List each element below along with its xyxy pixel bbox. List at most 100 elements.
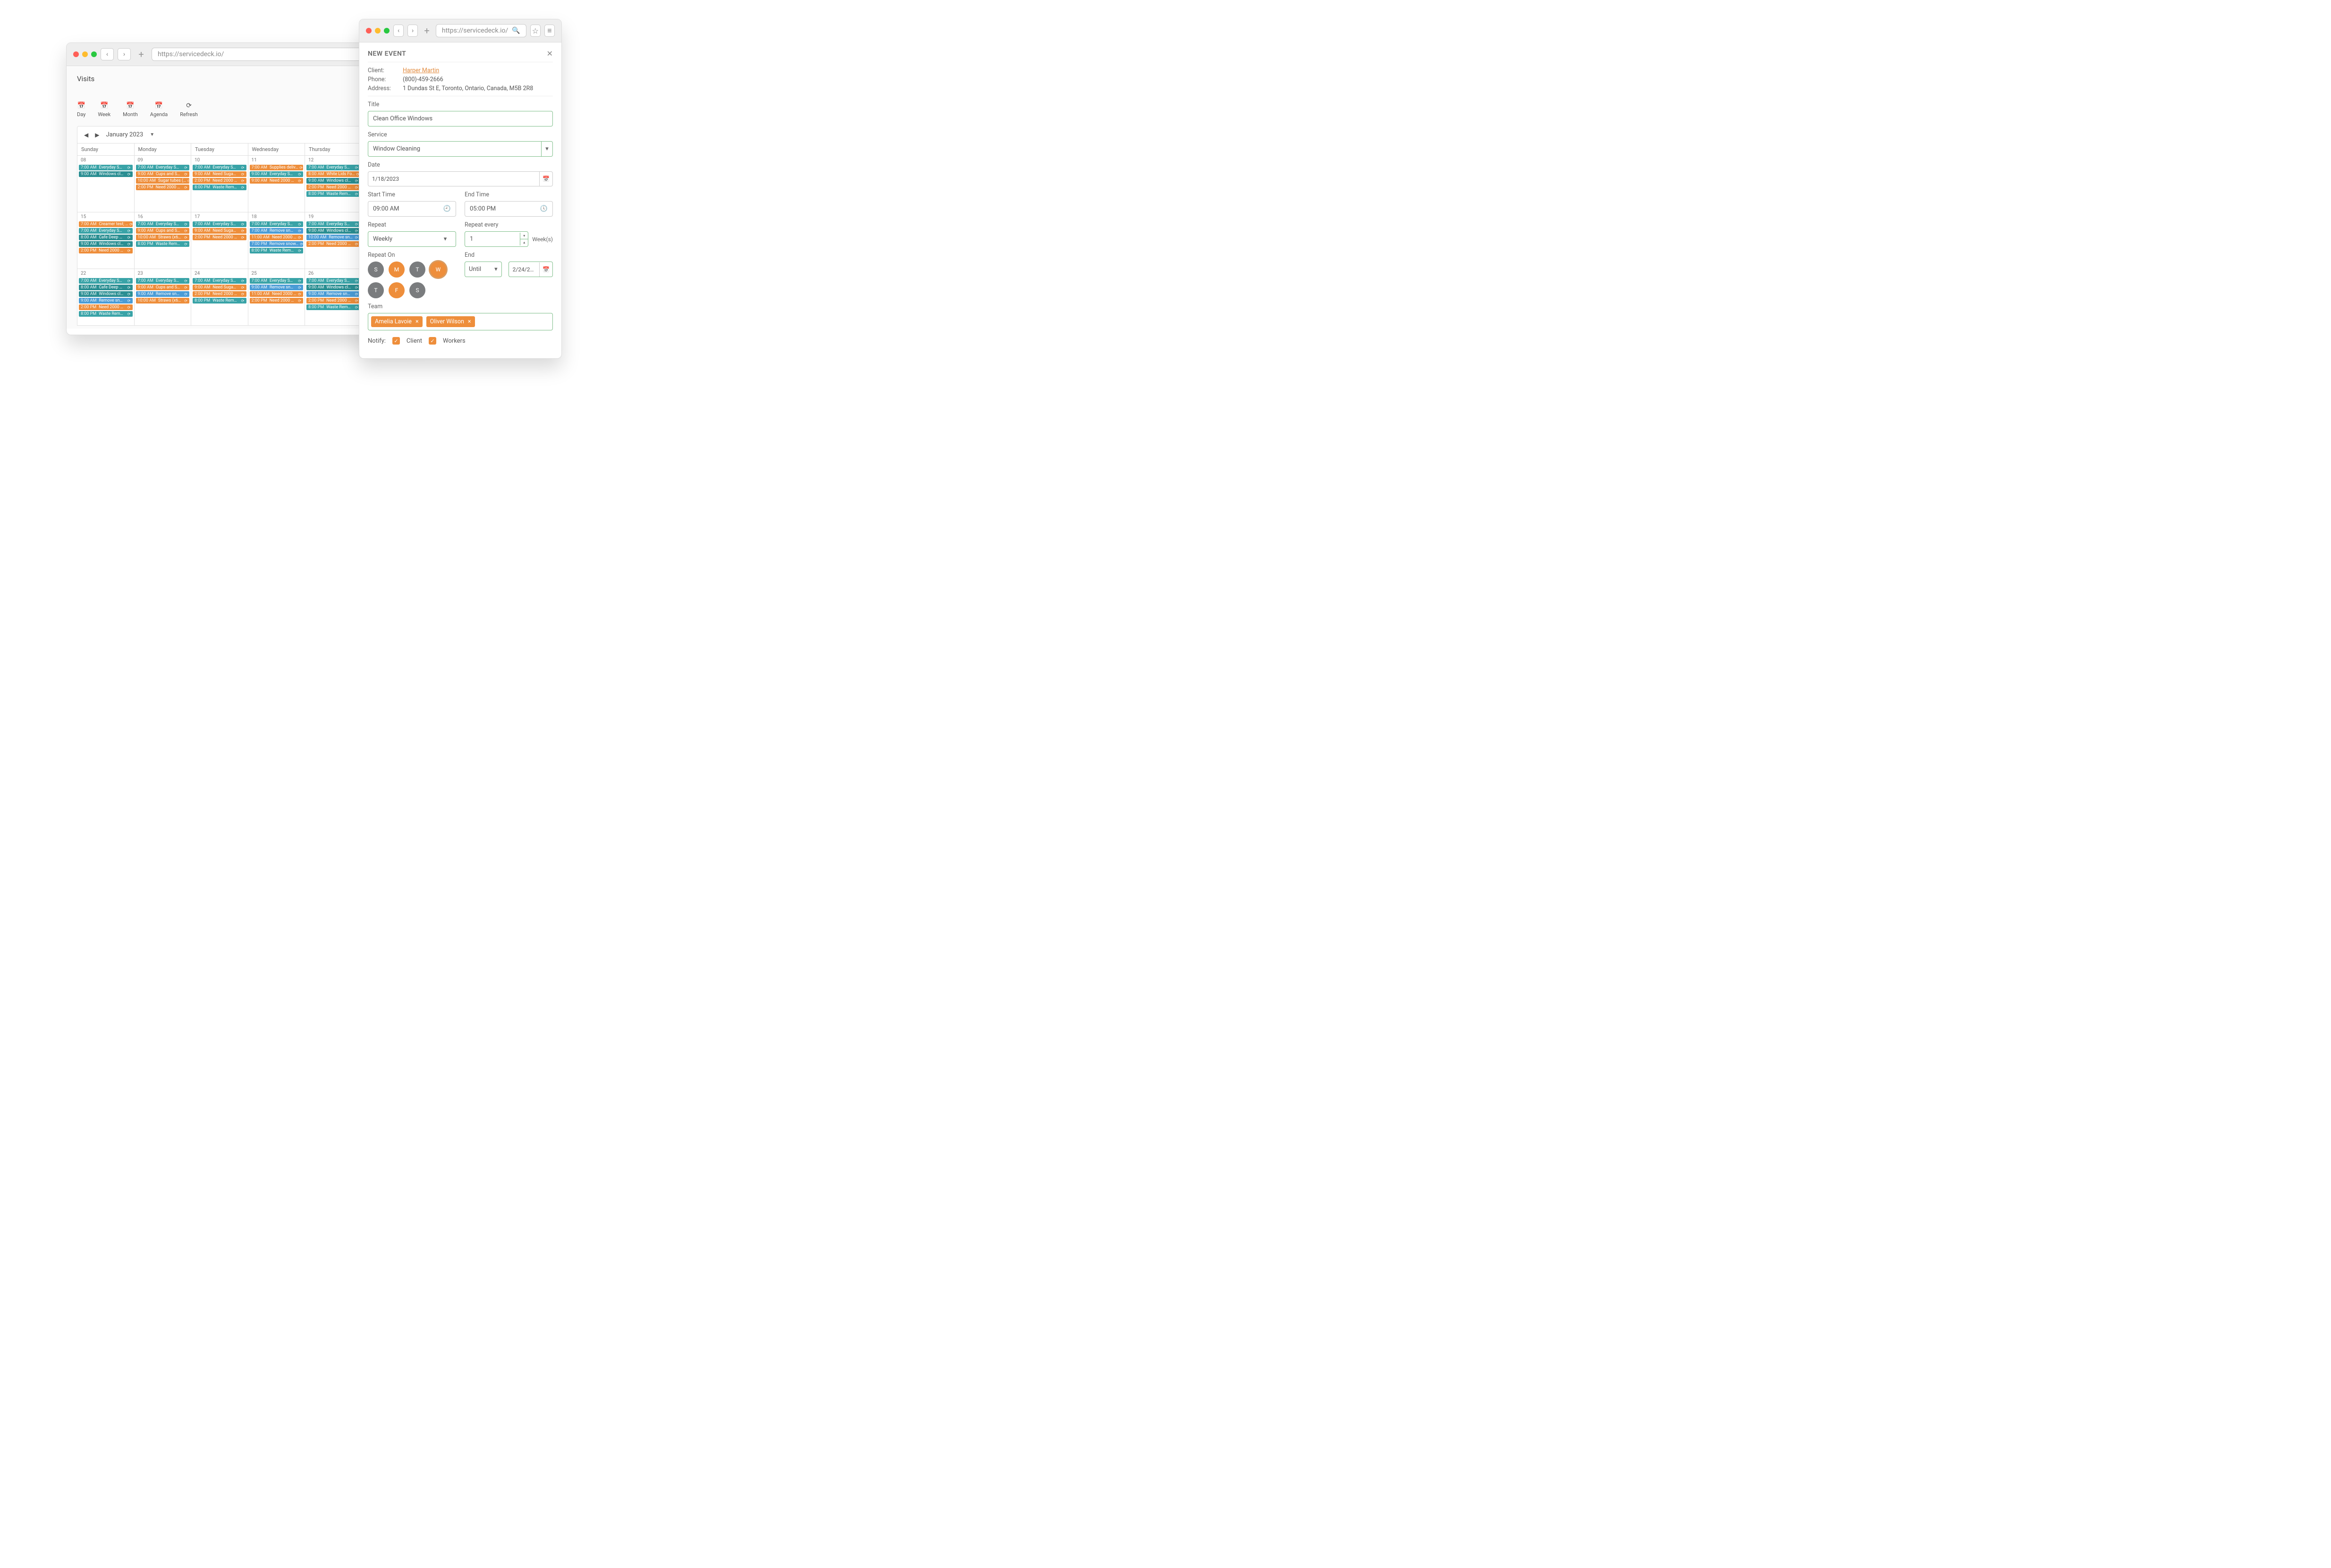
calendar-event[interactable]: 8:00 PMWaste Rem…⟳ xyxy=(193,298,246,303)
calendar-event[interactable]: 9:00 AMWindows cl…⟳ xyxy=(79,171,133,177)
calendar-event[interactable]: 9:00 AMNeed 2000 …⟳ xyxy=(250,178,304,184)
tab-agenda[interactable]: 📅Agenda xyxy=(150,102,168,118)
minimize-dot-icon[interactable] xyxy=(82,51,88,57)
team-tag[interactable]: Oliver Wilson× xyxy=(426,316,475,327)
calendar-event[interactable]: 9:00 AMCups and S…⟳ xyxy=(136,285,190,290)
calendar-event[interactable]: 11:00 AMNeed 2000 …⟳ xyxy=(250,235,304,240)
start-time-input[interactable]: 09:00 AM 🕘 xyxy=(368,201,456,217)
day-cell[interactable]: 247:00 AMEveryday S…⟳9:00 AMNeed Suga…⟳2… xyxy=(191,269,248,326)
team-tag[interactable]: Amelia Lavoie× xyxy=(371,316,423,327)
calendar-event[interactable]: 7:00 AMEveryday S…⟳ xyxy=(193,221,246,227)
calendar-event[interactable]: 7:00 AMCreamer test; …⟳ xyxy=(79,221,133,227)
calendar-event[interactable]: 7:00 AMRemove sn…⟳ xyxy=(250,228,304,234)
maximize-dot-icon[interactable] xyxy=(91,51,97,57)
calendar-event[interactable]: 8:00 PMWaste Rem…⟳ xyxy=(79,311,133,317)
calendar-event[interactable]: 2:00 PMNeed 2000 …⟳ xyxy=(250,298,304,303)
next-month-button[interactable]: ▶ xyxy=(95,132,99,138)
calendar-event[interactable]: 2:00 PMNeed 2000 …⟳ xyxy=(193,291,246,297)
remove-tag-icon[interactable]: × xyxy=(415,318,419,325)
tab-month[interactable]: 📅Month xyxy=(123,102,138,118)
date-input[interactable]: 1/18/2023 xyxy=(368,172,539,186)
day-toggle[interactable]: S xyxy=(409,282,425,298)
calendar-event[interactable]: 7:00 AMEveryday S…⟳ xyxy=(136,278,190,284)
step-up-icon[interactable]: ▴ xyxy=(520,239,528,245)
day-toggle[interactable]: W xyxy=(430,261,446,278)
calendar-event[interactable]: 8:00 PMWaste Rem…⟳ xyxy=(306,191,360,197)
calendar-event[interactable]: 8:00 PMWaste Rem…⟳ xyxy=(306,304,360,310)
month-label[interactable]: January 2023 xyxy=(106,131,143,138)
calendar-event[interactable]: 8:00 AMCafe Deep …⟳ xyxy=(79,235,133,240)
calendar-event[interactable]: 2:00 PMNeed 2000 …⟳ xyxy=(136,185,190,190)
day-cell[interactable]: 267:00 AMEveryday S…⟳9:00 AMWindows cl…⟳… xyxy=(305,269,362,326)
calendar-event[interactable]: 2:00 PMNeed 2000 …⟳ xyxy=(79,248,133,253)
calendar-event[interactable]: 7:00 AMEveryday S…⟳ xyxy=(79,278,133,284)
calendar-event[interactable]: 11:00 AMNeed 2000 …⟳ xyxy=(250,291,304,297)
calendar-event[interactable]: 2:00 PMNeed 2000 …⟳ xyxy=(306,185,360,190)
day-toggle[interactable]: M xyxy=(389,261,405,278)
close-dot-icon[interactable] xyxy=(73,51,79,57)
calendar-event[interactable]: 9:00 AMWindows cl…⟳ xyxy=(306,285,360,290)
day-cell[interactable]: 117:00 AMSupplies deliv…⟳9:00 AMEveryday… xyxy=(248,156,305,212)
calendar-event[interactable]: 9:00 AMRemove sn…⟳ xyxy=(79,298,133,303)
service-select[interactable]: Window Cleaning ▾ xyxy=(368,141,553,157)
day-cell[interactable]: 087:00 AMEveryday S…⟳9:00 AMWindows cl…⟳ xyxy=(77,156,135,212)
forward-button[interactable]: › xyxy=(118,48,131,60)
search-icon[interactable]: 🔍 xyxy=(512,27,520,34)
notify-workers-checkbox[interactable]: ✓ xyxy=(429,337,436,345)
calendar-event[interactable]: 9:00 AMCups and S…⟳ xyxy=(136,171,190,177)
calendar-event[interactable]: 7:00 AMEveryday S…⟳ xyxy=(250,221,304,227)
day-toggle[interactable]: T xyxy=(409,261,425,278)
calendar-event[interactable]: 9:00 AMWindows cl…⟳ xyxy=(306,178,360,184)
day-cell[interactable]: 187:00 AMEveryday S…⟳7:00 AMRemove sn…⟳1… xyxy=(248,212,305,269)
calendar-event[interactable]: 7:00 AMEveryday S…⟳ xyxy=(250,278,304,284)
calendar-event[interactable]: 2:00 PMNeed 2000 …⟳ xyxy=(79,304,133,310)
calendar-event[interactable]: 8:00 PMWaste Rem…⟳ xyxy=(193,185,246,190)
calendar-event[interactable]: 10:00 AMRemove sn…⟳ xyxy=(306,235,360,240)
calendar-event[interactable]: 2:00 PMNeed 2000 …⟳ xyxy=(306,298,360,303)
day-cell[interactable]: 177:00 AMEveryday S…⟳9:00 AMNeed Suga…⟳2… xyxy=(191,212,248,269)
calendar-event[interactable]: 8:00 PMWaste Rem…⟳ xyxy=(250,248,304,253)
tab-week[interactable]: 📅Week xyxy=(98,102,110,118)
calendar-event[interactable]: 7:00 AMEveryday S…⟳ xyxy=(306,165,360,170)
calendar-event[interactable]: 7:00 AMEveryday S…⟳ xyxy=(193,278,246,284)
tab-refresh[interactable]: ⟳Refresh xyxy=(180,102,198,118)
day-cell[interactable]: 107:00 AMEveryday S…⟳9:00 AMNeed Suga…⟳2… xyxy=(191,156,248,212)
new-tab-button[interactable]: + xyxy=(422,25,432,37)
calendar-event[interactable]: 9:00 AMRemove sn…⟳ xyxy=(306,291,360,297)
calendar-event[interactable]: 2:00 PMNeed 2000 …⟳ xyxy=(193,235,246,240)
calendar-event[interactable]: 9:00 AMNeed Suga…⟳ xyxy=(193,171,246,177)
day-toggle[interactable]: T xyxy=(368,282,384,298)
new-tab-button[interactable]: + xyxy=(135,48,148,60)
calendar-event[interactable]: 8:00 PMWaste Rem…⟳ xyxy=(136,241,190,247)
day-cell[interactable]: 197:00 AMEveryday S…⟳9:00 AMWindows cl…⟳… xyxy=(305,212,362,269)
calendar-event[interactable]: 10:00 AMSugar tubes (…⟳ xyxy=(136,178,190,184)
minimize-dot-icon[interactable] xyxy=(375,28,381,34)
calendar-event[interactable]: 9:00 AMRemove sn…⟳ xyxy=(136,291,190,297)
calendar-event[interactable]: 7:00 AMEveryday S…⟳ xyxy=(193,165,246,170)
calendar-event[interactable]: 9:00 AMNeed Suga…⟳ xyxy=(193,228,246,234)
day-cell[interactable]: 157:00 AMCreamer test; …⟳7:00 AMEveryday… xyxy=(77,212,135,269)
forward-button[interactable]: › xyxy=(407,25,418,37)
calendar-event[interactable]: 9:00 AMWindows cl…⟳ xyxy=(79,241,133,247)
calendar-icon[interactable]: 📅 xyxy=(539,262,552,277)
day-toggle[interactable]: S xyxy=(368,261,384,278)
calendar-event[interactable]: 7:00 AMEveryday S…⟳ xyxy=(306,278,360,284)
tab-day[interactable]: 📅Day xyxy=(77,102,85,118)
client-link[interactable]: Harper Martin xyxy=(403,67,553,74)
calendar-event[interactable]: 9:00 AMRemove sn…⟳ xyxy=(250,285,304,290)
calendar-event[interactable]: 7:00 AMSupplies deliv…⟳ xyxy=(250,165,304,170)
step-down-icon[interactable]: ▾ xyxy=(520,233,528,239)
close-icon[interactable]: ✕ xyxy=(547,49,553,58)
back-button[interactable]: ‹ xyxy=(101,48,114,60)
end-date-input[interactable]: 2/24/2… 📅 xyxy=(509,261,553,277)
calendar-event[interactable]: 9:00 AMWindows cl…⟳ xyxy=(306,228,360,234)
end-time-input[interactable]: 05:00 PM 🕔 xyxy=(465,201,553,217)
calendar-event[interactable]: 7:00 AMEveryday S…⟳ xyxy=(136,165,190,170)
back-button[interactable]: ‹ xyxy=(393,25,404,37)
calendar-event[interactable]: 2:00 PMNeed 2000 …⟳ xyxy=(306,241,360,247)
calendar-event[interactable]: 9:00 AMEveryday S…⟳ xyxy=(250,171,304,177)
chevron-down-icon[interactable]: ▼ xyxy=(150,132,154,137)
calendar-event[interactable]: 7:00 AMEveryday S…⟳ xyxy=(79,165,133,170)
calendar-event[interactable]: 7:00 AMEveryday S…⟳ xyxy=(79,228,133,234)
day-toggle[interactable]: F xyxy=(389,282,405,298)
